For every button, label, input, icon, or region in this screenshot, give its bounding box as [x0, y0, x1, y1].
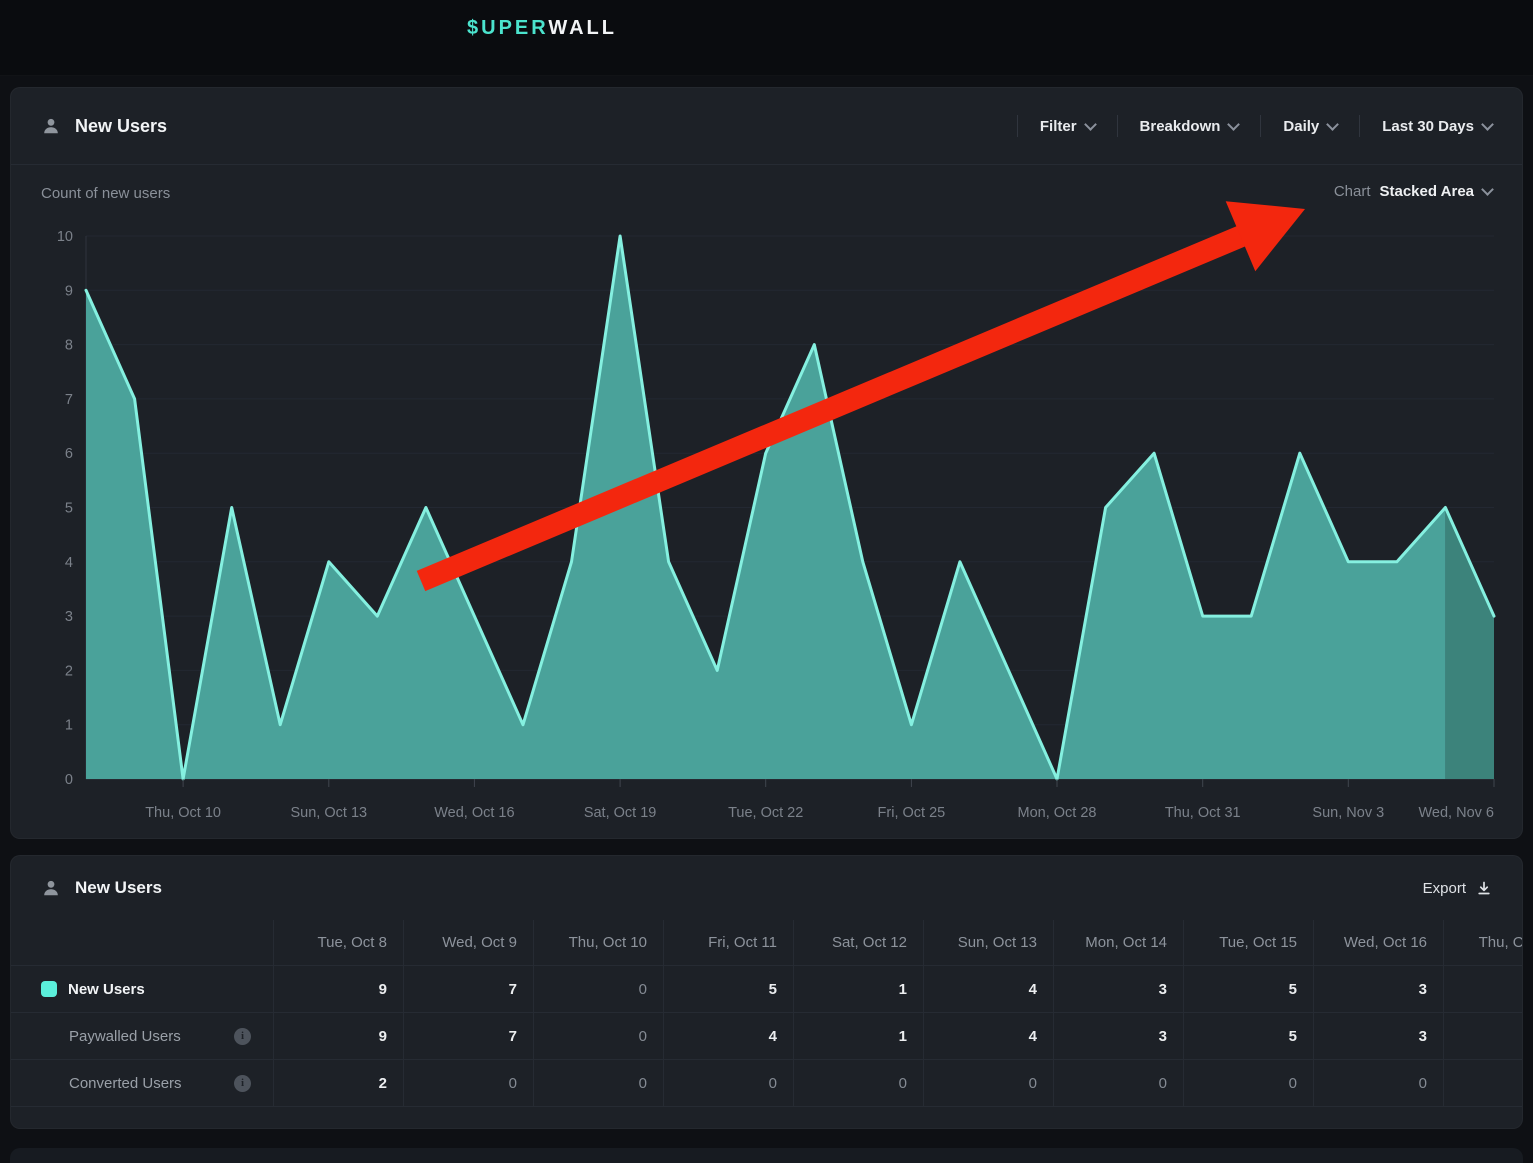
table-cell: 0	[663, 1060, 793, 1107]
table-cell: 7	[403, 966, 533, 1013]
table-row-label: New Users	[11, 966, 273, 1013]
y-tick-label: 10	[57, 229, 73, 245]
x-tick-label: Sat, Oct 19	[584, 805, 657, 821]
daily-values-table: Tue, Oct 8Wed, Oct 9Thu, Oct 10Fri, Oct …	[11, 920, 1522, 1107]
table-cell: 0	[403, 1060, 533, 1107]
table-column-header: Wed, Oct 9	[403, 920, 533, 966]
table-cell: 0	[1053, 1060, 1183, 1107]
table-cell: 4	[923, 1013, 1053, 1060]
y-tick-label: 5	[65, 501, 73, 517]
table-cell: 0	[533, 966, 663, 1013]
y-tick-label: 7	[65, 392, 73, 408]
row-label-text: Paywalled Users	[69, 1028, 181, 1045]
table-cell: 2	[273, 1060, 403, 1107]
table-card-header: New Users Export	[11, 856, 1522, 920]
table-cell: 0	[1183, 1060, 1313, 1107]
y-tick-label: 8	[65, 338, 73, 354]
table-cell: 1	[793, 966, 923, 1013]
x-tick-label: Thu, Oct 10	[145, 805, 221, 821]
download-icon	[1476, 880, 1492, 896]
x-tick-label: Sun, Nov 3	[1312, 805, 1384, 821]
table-column-header: Sat, Oct 12	[793, 920, 923, 966]
table-cell: 3	[1313, 966, 1443, 1013]
table-cell: 9	[273, 1013, 403, 1060]
table-cell	[1443, 1013, 1523, 1060]
export-button[interactable]: Export	[1423, 880, 1492, 897]
logo-text-white: WALL	[548, 17, 617, 39]
x-tick-label: Mon, Oct 28	[1018, 805, 1097, 821]
table-cell: 7	[403, 1013, 533, 1060]
table-cell: 0	[533, 1013, 663, 1060]
y-tick-label: 6	[65, 446, 73, 462]
y-tick-label: 4	[65, 555, 73, 571]
table-cell: 0	[923, 1060, 1053, 1107]
superwall-logo: $UPERWALL	[467, 17, 617, 40]
table-corner-cell	[11, 920, 273, 966]
table-cell: 4	[663, 1013, 793, 1060]
logo-text-teal: $UPER	[467, 17, 548, 39]
table-cell: 0	[793, 1060, 923, 1107]
table-column-header: Mon, Oct 14	[1053, 920, 1183, 966]
next-card-edge	[10, 1148, 1523, 1163]
table-cell: 0	[1313, 1060, 1443, 1107]
series-color-swatch	[41, 981, 57, 997]
table-cell: 5	[663, 966, 793, 1013]
x-tick-label: Sun, Oct 13	[291, 805, 368, 821]
x-tick-label: Wed, Oct 16	[434, 805, 514, 821]
y-tick-label: 2	[65, 663, 73, 679]
info-icon[interactable]: i	[234, 1028, 251, 1045]
table-cell: 4	[923, 966, 1053, 1013]
table-column-header: Sun, Oct 13	[923, 920, 1053, 966]
y-tick-label: 1	[65, 718, 73, 734]
table-column-header: Wed, Oct 16	[1313, 920, 1443, 966]
table-column-header: Tue, Oct 8	[273, 920, 403, 966]
table-cell	[1443, 1060, 1523, 1107]
table-title: New Users	[75, 878, 162, 898]
x-tick-label: Thu, Oct 31	[1165, 805, 1241, 821]
x-tick-label: Tue, Oct 22	[728, 805, 803, 821]
table-cell: 9	[273, 966, 403, 1013]
person-icon	[41, 878, 61, 898]
new-users-table-card: New Users Export Tue, Oct 8Wed, Oct 9Thu…	[10, 855, 1523, 1129]
area-fill-partial-day	[1445, 508, 1494, 780]
export-label: Export	[1423, 880, 1466, 897]
row-label-text: Converted Users	[69, 1075, 182, 1092]
table-column-header: Tue, Oct 15	[1183, 920, 1313, 966]
y-tick-label: 0	[65, 772, 73, 788]
y-tick-label: 9	[65, 283, 73, 299]
table-cell: 3	[1053, 1013, 1183, 1060]
table-column-header: Thu, Oct 10	[533, 920, 663, 966]
table-cell: 5	[1183, 966, 1313, 1013]
table-cell: 3	[1053, 966, 1183, 1013]
table-column-header: Thu, Oct 17	[1443, 920, 1523, 966]
row-label-text: New Users	[68, 981, 145, 998]
table-column-header: Fri, Oct 11	[663, 920, 793, 966]
x-tick-label: Wed, Nov 6	[1419, 805, 1495, 821]
table-cell	[1443, 966, 1523, 1013]
topbar: $UPERWALL	[0, 0, 1533, 76]
table-row-label: Paywalled Users i	[11, 1013, 273, 1060]
table-cell: 0	[533, 1060, 663, 1107]
table-cell: 3	[1313, 1013, 1443, 1060]
table-cell: 1	[793, 1013, 923, 1060]
stacked-area-chart: 0 1 2 3 4 5 6 7 8 9 10 Thu, Oct 10 Sun, Oct 13 Wed, O…	[11, 88, 1523, 839]
table-row-label: Converted Users i	[11, 1060, 273, 1107]
new-users-chart-card: New Users Filter Breakdown Daily Last 30…	[10, 87, 1523, 839]
info-icon[interactable]: i	[234, 1075, 251, 1092]
x-tick-label: Fri, Oct 25	[878, 805, 946, 821]
y-tick-label: 3	[65, 609, 73, 625]
table-cell: 5	[1183, 1013, 1313, 1060]
